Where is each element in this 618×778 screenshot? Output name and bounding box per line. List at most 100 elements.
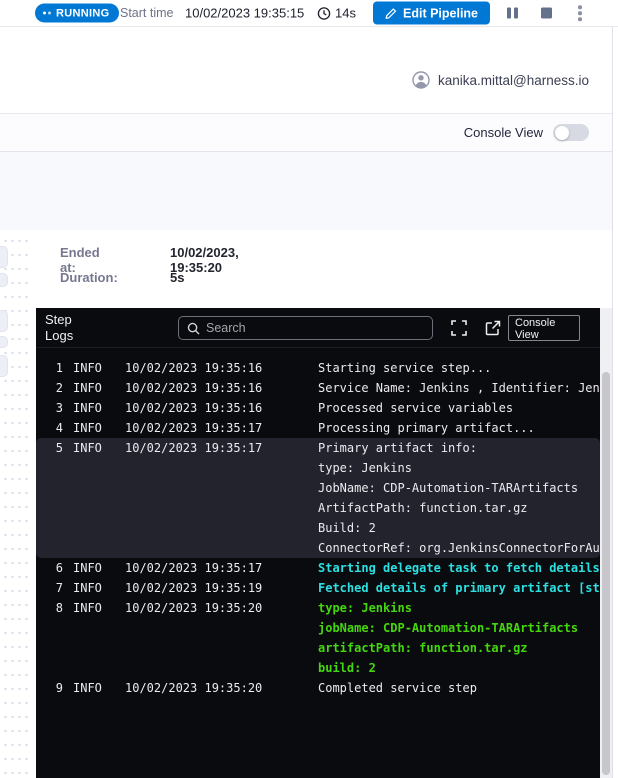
clock-icon <box>317 6 331 20</box>
log-line: 7INFO10/02/2023 19:35:19Fetched details … <box>36 578 600 598</box>
log-timestamp <box>125 498 262 518</box>
log-line: 1INFO10/02/2023 19:35:16Starting service… <box>36 358 600 378</box>
log-level: INFO <box>73 438 109 458</box>
log-message: Fetched details of primary artifact [st <box>318 578 600 598</box>
fullscreen-icon[interactable] <box>450 319 468 337</box>
log-panel-header: Step Logs <box>36 308 600 348</box>
log-line: 9INFO10/02/2023 19:35:20Completed servic… <box>36 678 600 698</box>
log-level: INFO <box>73 418 109 438</box>
log-line-number <box>36 618 63 638</box>
right-gutter <box>612 27 618 778</box>
console-view-button[interactable]: Console View <box>508 315 580 341</box>
log-entry: 4INFO10/02/2023 19:35:17Processing prima… <box>36 418 600 438</box>
log-entry: 8INFO10/02/2023 19:35:20type: Jenkinsjob… <box>36 598 600 678</box>
log-line-number: 2 <box>36 378 63 398</box>
log-line-number <box>36 518 63 538</box>
log-line: 5INFO10/02/2023 19:35:17Primary artifact… <box>36 438 600 458</box>
pipeline-node-fragment <box>0 310 8 332</box>
user-avatar-icon <box>412 71 430 89</box>
log-timestamp: 10/02/2023 19:35:17 <box>125 558 262 578</box>
log-line-number <box>36 458 63 478</box>
log-entry: 3INFO10/02/2023 19:35:16Processed servic… <box>36 398 600 418</box>
log-message: type: Jenkins <box>318 458 412 478</box>
log-message: Service Name: Jenkins , Identifier: Jen <box>318 378 600 398</box>
log-level: INFO <box>73 358 109 378</box>
log-message: jobName: CDP-Automation-TARArtifacts <box>318 618 578 638</box>
user-email: kanika.mittal@harness.io <box>438 73 589 88</box>
log-timestamp: 10/02/2023 19:35:20 <box>125 678 262 698</box>
log-line-number: 3 <box>36 398 63 418</box>
step-details-card: Ended at: 10/02/2023, 19:35:20 Duration:… <box>31 230 612 778</box>
log-level <box>73 658 109 678</box>
log-line-number <box>36 658 63 678</box>
log-level <box>73 638 109 658</box>
pipeline-node-fragment <box>0 355 8 377</box>
log-line-number <box>36 478 63 498</box>
scrollbar-thumb[interactable] <box>602 372 610 775</box>
log-entry: 7INFO10/02/2023 19:35:19Fetched details … <box>36 578 600 598</box>
stage-summary-band <box>0 152 612 230</box>
log-line: 4INFO10/02/2023 19:35:17Processing prima… <box>36 418 600 438</box>
log-timestamp <box>125 518 262 538</box>
log-line: Build: 2 <box>36 518 600 538</box>
step-logs-panel: Step Logs <box>36 308 600 778</box>
log-timestamp: 10/02/2023 19:35:16 <box>125 398 262 418</box>
log-level: INFO <box>73 578 109 598</box>
status-badge: RUNNING <box>35 4 119 23</box>
log-message: Processed service variables <box>318 398 513 418</box>
log-line: 2INFO10/02/2023 19:35:16Service Name: Je… <box>36 378 600 398</box>
log-line: jobName: CDP-Automation-TARArtifacts <box>36 618 600 638</box>
log-line-number: 5 <box>36 438 63 458</box>
log-level <box>73 618 109 638</box>
log-scrollbar[interactable] <box>600 308 612 778</box>
log-message: Processing primary artifact... <box>318 418 535 438</box>
log-timestamp: 10/02/2023 19:35:17 <box>125 418 262 438</box>
log-message: Build: 2 <box>318 518 376 538</box>
log-line-number: 7 <box>36 578 63 598</box>
log-entry: 2INFO10/02/2023 19:35:16Service Name: Je… <box>36 378 600 398</box>
log-line: 3INFO10/02/2023 19:35:16Processed servic… <box>36 398 600 418</box>
log-timestamp: 10/02/2023 19:35:20 <box>125 598 262 618</box>
log-line: 6INFO10/02/2023 19:35:17Starting delegat… <box>36 558 600 578</box>
log-content: 1INFO10/02/2023 19:35:16Starting service… <box>36 348 600 698</box>
log-line-number: 9 <box>36 678 63 698</box>
elapsed-time: 14s <box>335 6 356 21</box>
search-icon <box>187 322 200 335</box>
stop-icon[interactable] <box>541 8 552 19</box>
log-message: ArtifactPath: function.tar.gz <box>318 498 528 518</box>
log-timestamp <box>125 658 262 678</box>
open-in-new-icon[interactable] <box>484 319 502 337</box>
pipeline-canvas <box>0 230 31 778</box>
start-time-label: Start time <box>120 6 174 20</box>
log-timestamp <box>125 638 262 658</box>
console-view-toggle-label: Console View <box>464 125 543 140</box>
log-entry: 9INFO10/02/2023 19:35:20Completed servic… <box>36 678 600 698</box>
log-level: INFO <box>73 378 109 398</box>
log-message: Completed service step <box>318 678 477 698</box>
log-level <box>73 538 109 558</box>
log-message: artifactPath: function.tar.gz <box>318 638 528 658</box>
log-timestamp <box>125 618 262 638</box>
log-search-box[interactable] <box>178 316 433 340</box>
status-label: RUNNING <box>56 7 109 19</box>
log-message: Primary artifact info: <box>318 438 477 458</box>
page-header: kanika.mittal@harness.io <box>0 27 612 113</box>
log-line-number: 6 <box>36 558 63 578</box>
log-message: JobName: CDP-Automation-TARArtifacts <box>318 478 578 498</box>
log-line-number: 1 <box>36 358 63 378</box>
console-view-toggle[interactable] <box>553 124 589 141</box>
log-timestamp: 10/02/2023 19:35:16 <box>125 358 262 378</box>
user-menu[interactable]: kanika.mittal@harness.io <box>412 71 589 89</box>
log-line: build: 2 <box>36 658 600 678</box>
duration-value: 5s <box>170 270 184 285</box>
edit-pipeline-label: Edit Pipeline <box>403 6 478 20</box>
log-entry: 1INFO10/02/2023 19:35:16Starting service… <box>36 358 600 378</box>
edit-pipeline-button[interactable]: Edit Pipeline <box>373 2 490 25</box>
edit-icon <box>385 7 397 19</box>
log-search-input[interactable] <box>206 321 424 335</box>
log-level: INFO <box>73 598 109 618</box>
log-level <box>73 458 109 478</box>
log-timestamp <box>125 458 262 478</box>
pause-icon[interactable] <box>507 8 518 19</box>
kebab-menu-icon[interactable] <box>578 5 582 21</box>
